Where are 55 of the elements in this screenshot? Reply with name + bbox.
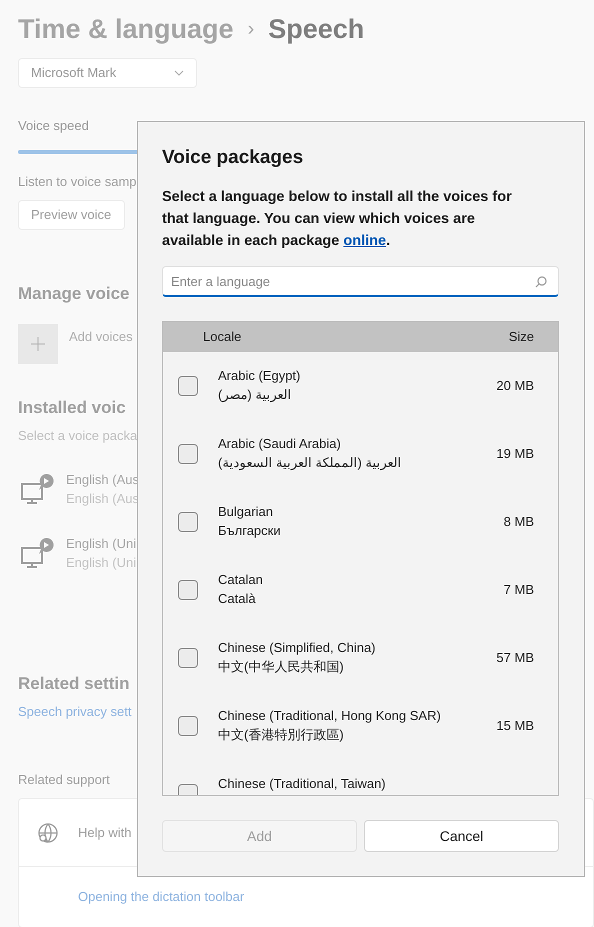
related-support-label: Related support [18,772,110,788]
locale-name: Chinese (Simplified, China) [218,639,376,657]
package-size: 8 MB [504,513,534,531]
page-title: Speech [268,12,364,46]
listen-label: Listen to voice samp [18,174,137,190]
section-heading: Related settin [18,673,130,695]
online-link[interactable]: online [343,233,386,249]
locale-name: Arabic (Egypt) [218,367,300,385]
dialog-title: Voice packages [162,146,304,170]
checkbox[interactable] [178,580,198,600]
section-heading: Manage voice [18,283,130,305]
voice-speed-label: Voice speed [18,118,89,134]
package-size: 19 MB [496,445,534,463]
locale-row[interactable]: Catalan Català 7 MB [163,556,558,624]
locale-name: Bulgarian [218,503,274,521]
locale-native-name: العربية (مصر) [218,386,292,404]
package-size: 7 MB [504,581,534,599]
locale-name: Chinese (Traditional, Hong Kong SAR) [218,707,441,725]
breadcrumb-separator: › [248,17,254,42]
locale-native-name: العربية (المملكة العربية السعودية) [218,454,402,472]
locale-row[interactable]: Chinese (Traditional, Hong Kong SAR) 中文(香港特別行政區) 15 MB [163,692,558,760]
locale-native-name: Català [218,590,257,608]
language-search-field[interactable]: Enter a language [162,266,559,297]
globe-search-icon [37,822,59,844]
search-icon [535,276,547,288]
plus-icon [31,337,45,351]
locale-row[interactable]: Bulgarian Български 8 MB [163,488,558,556]
column-header: Locale [203,328,242,346]
locale-native-name: 中文(中华人民共和国) [218,658,345,676]
column-header: Size [508,328,534,346]
section-heading: Installed voic [18,397,126,419]
checkbox[interactable] [178,512,198,532]
dialog-description: Select a language below to install all the voices for that language. You can view which voices are available in each package online. [162,188,513,251]
package-size: 20 MB [496,377,534,395]
chevron-down-icon [174,70,184,76]
locale-name: Chinese (Traditional, Taiwan) [218,775,386,793]
checkbox[interactable] [178,376,198,396]
speaking-monitor-icon [20,536,54,570]
locale-native-name: 中文(香港特別行政區) [218,726,345,744]
package-size: 15 MB [496,717,534,735]
checkbox[interactable] [178,716,198,736]
package-size: 57 MB [496,649,534,667]
add-voices-label: Add voices [69,328,133,346]
locale-name: Arabic (Saudi Arabia) [218,435,342,453]
add-voices-tile[interactable] [18,324,58,364]
locale-native-name: Български [218,522,281,540]
checkbox[interactable] [178,648,198,668]
locale-row[interactable]: Chinese (Simplified, China) 中文(中华人民共和国) 57 MB [163,624,558,692]
checkbox[interactable] [178,444,198,464]
installed-hint: Select a voice packa [18,428,138,444]
speaking-monitor-icon [20,472,54,506]
voice-name: English (Uni [66,535,136,553]
locale-name: Catalan [218,571,263,589]
locale-row[interactable]: Chinese (Traditional, Taiwan) [163,760,558,795]
cancel-button[interactable]: Cancel [364,820,559,852]
